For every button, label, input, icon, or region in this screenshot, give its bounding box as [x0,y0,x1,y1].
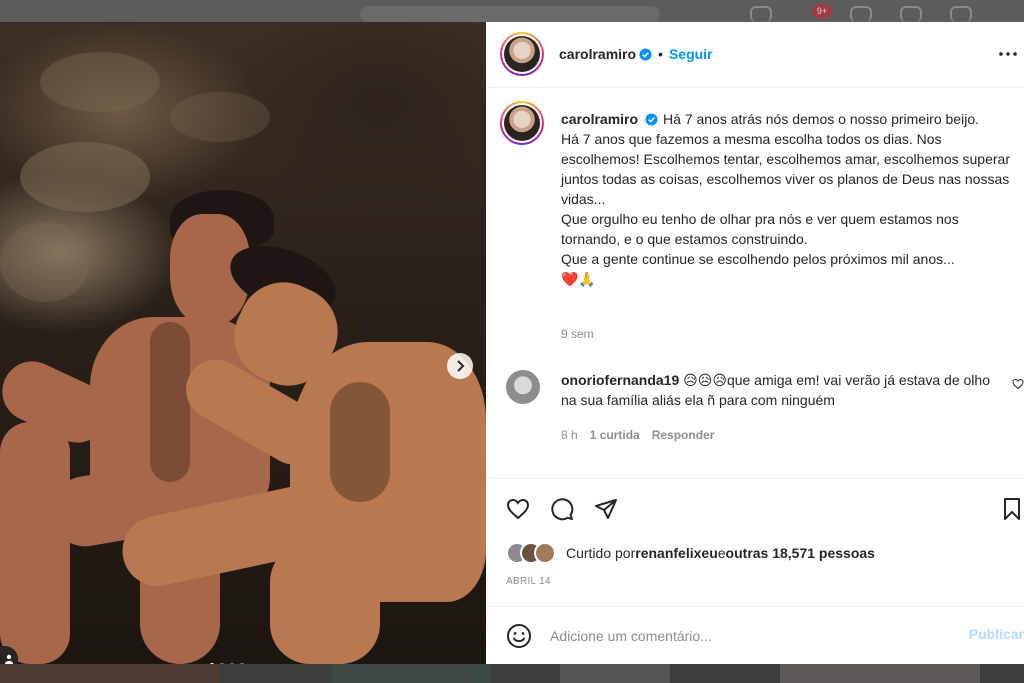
liker-avatar[interactable] [534,542,556,564]
save-button[interactable] [998,495,1024,523]
carousel-dot [239,663,245,664]
commenter-avatar[interactable] [506,370,540,404]
rock-texture [0,222,90,302]
shadow [150,322,190,482]
likes-others-link[interactable]: outras 18,571 pessoas [726,545,875,561]
rock-texture [40,52,160,112]
comment-emojis: 😥😥😥 [683,372,727,388]
more-options-icon [999,52,1017,56]
comment-body: onoriofernanda19 😥😥😥que amiga em! vai ve… [561,370,1001,410]
liker-avatars [506,541,560,565]
carousel-dot [229,663,235,664]
comment-bubble-icon [551,498,574,521]
background-tile [560,664,670,683]
background-tile [330,664,490,683]
post-date[interactable]: ABRIL 14 [506,576,551,587]
verified-badge-icon [645,113,658,126]
background-grid-strip [0,664,1024,683]
like-button[interactable] [504,495,532,523]
carousel-dot-active [209,663,215,664]
rock-texture [170,92,270,142]
add-comment-bar: Publicar [486,606,1024,664]
verified-badge-icon [639,48,652,61]
background-tile [780,664,980,683]
liker-username[interactable]: renanfelixeu [635,545,717,561]
caption-text: Há 7 anos atrás nós demos o nosso primei… [561,111,1010,287]
shadow [330,382,390,502]
author-info: carolramiro • Seguir [559,46,713,62]
comments-scroll-area[interactable]: carolramiro Há 7 anos atrás nós demos o n… [486,89,1024,479]
home-icon [750,6,772,22]
caption-author-avatar[interactable] [500,101,544,145]
comment-button[interactable] [548,495,576,523]
carousel-next-button[interactable] [447,353,473,379]
post-caption: carolramiro Há 7 anos atrás nós demos o n… [561,109,1011,289]
commenter-username[interactable]: onoriofernanda19 [561,372,679,388]
post-actions [486,478,1024,538]
author-username[interactable]: carolramiro [559,46,636,62]
woman-leg [270,542,380,664]
background-tile [0,664,220,683]
author-avatar[interactable] [500,32,544,76]
bookmark-icon [1004,498,1020,520]
activity-icon [950,6,972,22]
comment-time[interactable]: 8 h [561,428,578,442]
post-details-panel: carolramiro • Seguir carolramiro Há 7 anos … [486,22,1024,664]
notification-badge: 9+ [812,4,832,18]
heart-icon [506,498,530,520]
share-button[interactable] [592,495,620,523]
post-photo[interactable] [0,22,486,664]
likes-summary: Curtido por renanfelixeu e outras 18,571… [506,540,875,566]
comment-like-icon[interactable] [1012,378,1024,390]
man-leg [0,422,70,664]
comment-input[interactable] [550,624,930,648]
header-separator: • [658,46,663,62]
publish-button[interactable]: Publicar [969,626,1024,642]
user-tag-icon [5,654,13,664]
likes-prefix: Curtido por [566,545,636,561]
carousel-indicator [209,663,245,664]
chevron-right-icon [457,360,465,372]
comment-likes[interactable]: 1 curtida [590,428,640,442]
caption-username[interactable]: carolramiro [561,111,638,127]
rock-texture [20,142,150,212]
paper-plane-icon [595,499,617,519]
carousel-dot [219,663,225,664]
follow-button[interactable]: Seguir [669,46,713,62]
direct-icon [850,6,872,22]
reply-button[interactable]: Responder [652,428,715,442]
background-top-nav: 9+ [0,0,1024,22]
caption-timestamp[interactable]: 9 sem [561,327,594,341]
explore-icon [900,6,922,22]
emoji-smile-icon[interactable] [506,623,532,649]
background-search-bar [360,6,660,22]
post-header: carolramiro • Seguir [486,22,1024,88]
more-options-button[interactable] [996,42,1020,66]
comment-meta: 8 h 1 curtida Responder [561,428,714,442]
likes-connector: e [717,545,726,561]
